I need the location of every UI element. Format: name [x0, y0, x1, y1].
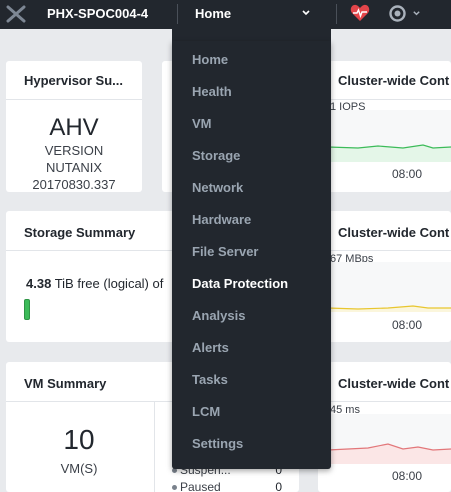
- hypervisor-name: AHV: [49, 114, 99, 141]
- card-title: Cluster-wide Cont: [338, 376, 450, 391]
- chart-time-tick: 08:00: [392, 167, 423, 181]
- menu-item-vm[interactable]: VM: [192, 116, 212, 131]
- menu-item-file-server[interactable]: File Server: [192, 244, 259, 259]
- chart-time-tick: 08:00: [392, 318, 423, 332]
- version-label: VERSION: [44, 143, 104, 158]
- menu-item-health[interactable]: Health: [192, 84, 232, 99]
- menu-item-lcm[interactable]: LCM: [192, 404, 220, 419]
- storage-usage-bar: [24, 299, 30, 320]
- divider: [6, 250, 176, 251]
- menu-item-storage[interactable]: Storage: [192, 148, 240, 163]
- storage-free-value: 4.38: [26, 276, 52, 291]
- hypervisor-vendor: NUTANIX: [45, 160, 103, 175]
- card-title: Cluster-wide Cont: [338, 225, 450, 240]
- nutanix-logo-icon[interactable]: [6, 5, 26, 23]
- divider: [336, 4, 337, 24]
- menu-item-analysis[interactable]: Analysis: [192, 308, 245, 323]
- main-nav-menu: Home Health VM Storage Network Hardware …: [172, 41, 331, 469]
- divider: [6, 99, 142, 100]
- vm-state-label: Paused: [180, 480, 221, 492]
- vm-count-unit: VM(S): [60, 461, 98, 476]
- vm-state-value: 0: [275, 480, 282, 492]
- status-dot: [172, 468, 177, 474]
- bandwidth-chart: [327, 262, 451, 312]
- divider: [318, 401, 451, 402]
- card-title: VM Summary: [24, 376, 107, 391]
- menu-item-tasks[interactable]: Tasks: [192, 372, 228, 387]
- nav-menu-connector: [172, 29, 331, 41]
- card-title: Hypervisor Su...: [24, 73, 123, 88]
- menu-item-home[interactable]: Home: [192, 52, 228, 67]
- user-menu-icon[interactable]: [389, 5, 406, 22]
- storage-free-label: free (logical) of: [77, 276, 164, 291]
- chevron-down-icon: [302, 10, 310, 16]
- vm-state-row: Paused 0: [172, 480, 282, 492]
- main-nav-dropdown[interactable]: Home: [178, 0, 330, 29]
- chevron-down-icon[interactable]: [412, 9, 421, 18]
- chart-time-tick: 08:00: [392, 469, 423, 483]
- current-view-label: Home: [195, 6, 232, 21]
- storage-free: 4.38 TiB free (logical) of: [26, 276, 163, 291]
- divider: [318, 250, 451, 251]
- iops-chart: [327, 110, 451, 162]
- storage-free-unit: TiB: [54, 276, 74, 291]
- menu-item-hardware[interactable]: Hardware: [192, 212, 251, 227]
- divider: [318, 99, 451, 100]
- menu-item-network[interactable]: Network: [192, 180, 243, 195]
- card-title: Cluster-wide Cont: [338, 73, 450, 88]
- health-heart-icon[interactable]: [350, 4, 370, 22]
- cluster-name[interactable]: PHX-SPOC004-4: [47, 6, 148, 21]
- status-dot: [172, 485, 177, 491]
- menu-item-data-protection[interactable]: Data Protection: [192, 276, 288, 291]
- menu-item-settings[interactable]: Settings: [192, 436, 243, 451]
- latency-chart: [327, 414, 451, 464]
- hypervisor-version: 20170830.337: [32, 177, 116, 192]
- menu-item-alerts[interactable]: Alerts: [192, 340, 229, 355]
- vm-count: 10: [63, 424, 95, 455]
- top-bar: PHX-SPOC004-4 Home: [0, 0, 451, 29]
- card-title: Storage Summary: [24, 225, 136, 240]
